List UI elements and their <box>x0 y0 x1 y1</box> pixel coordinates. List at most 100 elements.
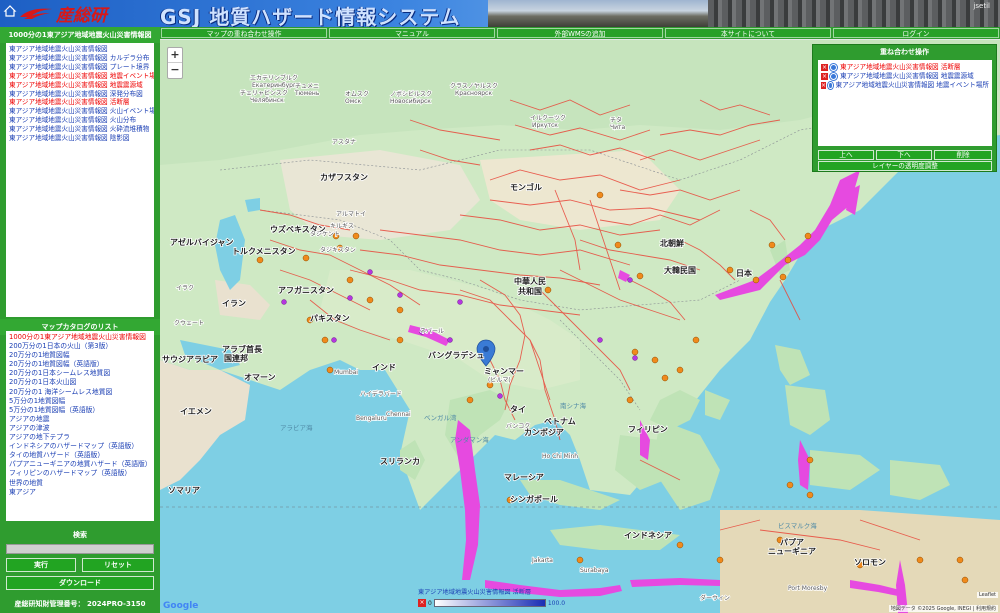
catalog-list-item[interactable]: タイの地質ハザード（英語版） <box>9 451 151 460</box>
layer-list-item[interactable]: 東アジア地域地震火山災害情報図 火山分布 <box>9 116 151 125</box>
map-label: (ビルマ) <box>488 376 511 384</box>
layer-list-item[interactable]: 東アジア地域地震火山災害情報図 火砕流堆積物 <box>9 125 151 134</box>
home-icon[interactable] <box>3 4 17 18</box>
map-label: ビスマルク海 <box>778 521 817 530</box>
delete-button[interactable]: 削除 <box>934 150 992 160</box>
map-label: トルクメニスタン <box>232 246 296 256</box>
layer-list-item[interactable]: 東アジア地域地震火山災害情報図 陰影図 <box>9 134 151 143</box>
map-label: モンゴル <box>510 182 542 192</box>
system-title: GSJ 地質ハザード情報システム <box>160 5 461 27</box>
legend-max: 100.0 <box>547 599 566 607</box>
catalog-list-item[interactable]: 5万分の1地質図幅 <box>9 397 151 406</box>
overlay-layer-list: × 東アジア地域地震火山災害情報図 活断層 × 東アジア地域地震火山災害情報図 地震震… <box>818 60 992 146</box>
catalog-list-item[interactable]: 東アジア <box>9 488 151 497</box>
map-label: キルギス <box>330 223 354 230</box>
header-bar: 産総研 GSJ 地質ハザード情報システム jsetil <box>0 0 1000 27</box>
run-button[interactable]: 実行 <box>6 558 76 572</box>
visibility-toggle-icon[interactable] <box>830 73 837 80</box>
transparency-button[interactable]: レイヤーの透明度調整 <box>818 161 992 171</box>
map-label: 日本 <box>736 268 752 278</box>
map-label: イラン <box>222 299 246 308</box>
remove-layer-icon[interactable]: × <box>821 64 828 71</box>
map-label: Тюмень <box>294 90 320 97</box>
map-label: アスタナ <box>332 138 356 146</box>
layer-list-item[interactable]: 東アジア地域地震火山災害情報図 地震震源域 <box>9 81 151 90</box>
catalog-list-item[interactable]: アジアの地震 <box>9 415 151 424</box>
zoom-in-button[interactable]: + <box>168 48 182 63</box>
menu-add-wms[interactable]: 外部WMSの追加 <box>497 28 663 38</box>
search-input[interactable] <box>6 544 154 554</box>
layer-list-item[interactable]: 東アジア地域地震火山災害情報図 プレート境界 <box>9 63 151 72</box>
map-label: ベンガル湾 <box>424 413 457 422</box>
overlay-layer-label: 東アジア地域地震火山災害情報図 地震イベント場所 <box>835 81 990 89</box>
reset-button[interactable]: リセット <box>82 558 154 572</box>
google-logo-text: Google <box>163 601 199 611</box>
map-label: Красноярск <box>455 90 492 97</box>
leaflet-attribution[interactable]: Leaflet <box>976 592 998 598</box>
map-label: Иркутск <box>532 122 558 129</box>
download-button[interactable]: ダウンロード <box>6 576 154 590</box>
remove-layer-icon[interactable]: × <box>821 73 828 80</box>
map-label: Ho Chi Minh <box>542 453 578 460</box>
move-down-button[interactable]: 下へ <box>876 150 932 160</box>
menu-login[interactable]: ログイン <box>833 28 999 38</box>
visibility-toggle-icon[interactable] <box>830 64 837 71</box>
map-label: Bengaluru <box>356 415 387 422</box>
catalog-list-item[interactable]: 20万分の1地質図幅 <box>9 351 151 360</box>
layer-list-item[interactable]: 東アジア地域地震火山災害情報図 地震イベント場所 <box>9 72 154 81</box>
map-label: スリランカ <box>380 457 420 466</box>
map-label: Чита <box>610 124 626 131</box>
map-label: ソロモン <box>854 558 886 567</box>
map-label: タイ <box>510 404 526 414</box>
map-attribution[interactable]: 地図データ ©2025 Google, INEGI | 利用規約 <box>888 605 998 612</box>
layer-list: 東アジア地域地震火山災害情報図 東アジア地域地震火山災害情報図 カルデラ分布 東アジ… <box>6 43 154 317</box>
layer-list-item[interactable]: 東アジア地域地震火山災害情報図 カルデラ分布 <box>9 54 151 63</box>
map-label: クラスノヤルスク <box>450 83 498 90</box>
move-up-button[interactable]: 上へ <box>818 150 874 160</box>
catalog-list-item[interactable]: フィリピンのハザードマップ（英語版） <box>9 469 151 478</box>
catalog-list-item[interactable]: 世界の地質 <box>9 479 151 488</box>
top-menu: マップの重ね合わせ操作 マニュアル 外部WMSの追加 本サイトについて ログイン <box>160 27 1000 39</box>
map-label: ニューギニア <box>768 546 816 556</box>
map-label: Омск <box>345 98 362 105</box>
map-label: パプア <box>780 537 804 547</box>
overlay-layer-row[interactable]: × 東アジア地域地震火山災害情報図 活断層 <box>821 63 989 72</box>
map-label: Jakarta <box>531 557 553 564</box>
menu-about[interactable]: 本サイトについて <box>665 28 831 38</box>
catalog-list: 1000分の1東アジア地域地震火山災害情報図 200万分の1日本の火山（第3版） 2… <box>6 331 154 521</box>
catalog-list-item[interactable]: アジアの津波 <box>9 424 151 433</box>
catalog-list-item[interactable]: 5万分の1地質図幅（英語版） <box>9 406 151 415</box>
menu-overlay-ops[interactable]: マップの重ね合わせ操作 <box>161 28 327 38</box>
catalog-list-item[interactable]: アジアの地下テプラ <box>9 433 151 442</box>
menu-manual[interactable]: マニュアル <box>329 28 495 38</box>
catalog-list-item[interactable]: インドネシアのハザードマップ（英語版） <box>9 442 151 451</box>
catalog-list-item[interactable]: 200万分の1日本の火山（第3版） <box>9 342 151 351</box>
catalog-list-item[interactable]: 1000分の1東アジア地域地震火山災害情報図 <box>9 333 151 342</box>
overlay-layer-row[interactable]: × 東アジア地域地震火山災害情報図 地震震源域 <box>821 72 989 81</box>
zoom-out-button[interactable]: − <box>168 63 182 78</box>
catalog-list-item[interactable]: 20万分の1地質図幅（英語版） <box>9 360 151 369</box>
map-label: アラブ首長 <box>222 344 263 354</box>
map-label: 共和国 <box>518 286 542 296</box>
layer-list-item[interactable]: 東アジア地域地震火山災害情報図 活断層 <box>9 98 151 107</box>
logo-text: 産総研 <box>56 5 107 26</box>
map-label: 中華人民 <box>514 276 546 286</box>
map-label: オムスク <box>345 91 369 98</box>
map-label: インドネシア <box>624 530 672 540</box>
app-root: 産総研 GSJ 地質ハザード情報システム jsetil 1000分の1東アジア地… <box>0 0 1000 613</box>
header-photo-rock <box>708 0 1000 27</box>
map-label: タシケント <box>310 230 340 238</box>
overlay-layer-row[interactable]: × 東アジア地域地震火山災害情報図 地震イベント場所 <box>821 81 989 90</box>
aist-logo[interactable]: 産総研 <box>18 2 107 26</box>
layer-list-item[interactable]: 東アジア地域地震火山災害情報図 <box>9 45 151 54</box>
catalog-list-item[interactable]: 20万分の1 海洋シームレス地質図 <box>9 388 151 397</box>
map-label: バングラデシュ <box>428 350 484 360</box>
layer-list-item[interactable]: 東アジア地域地震火山災害情報図 火山イベント場所 <box>9 107 154 116</box>
legend-gradient[interactable] <box>433 599 546 607</box>
visibility-toggle-icon[interactable] <box>828 82 833 89</box>
catalog-list-item[interactable]: 20万分の1日本火山図 <box>9 378 151 387</box>
left-panel: 1000分の1東アジア地域地震火山災害情報図 東アジア地域地震火山災害情報図 東ア… <box>0 27 160 613</box>
legend-close-icon[interactable]: × <box>418 599 426 607</box>
map-label: サウジアラビア <box>162 354 218 364</box>
remove-layer-icon[interactable]: × <box>821 82 827 89</box>
